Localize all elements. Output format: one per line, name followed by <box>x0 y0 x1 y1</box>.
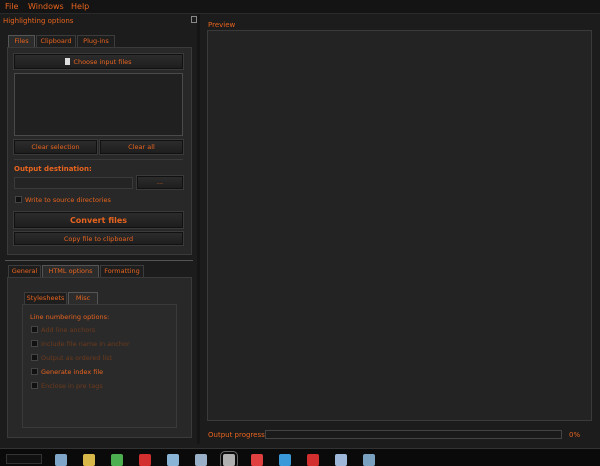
clear-all-button[interactable]: Clear all <box>99 139 184 155</box>
input-files-list[interactable] <box>14 73 183 136</box>
output-progress-label: Output progress: <box>208 431 268 439</box>
notes-icon[interactable] <box>167 454 179 466</box>
media-player-icon[interactable] <box>83 454 95 466</box>
generate-index-checkbox[interactable] <box>31 368 38 375</box>
copy-to-clipboard-button[interactable]: Copy file to clipboard <box>13 231 184 246</box>
taskbar <box>0 448 600 466</box>
tab-plugins[interactable]: Plug-ins <box>77 35 115 47</box>
document-icon[interactable] <box>335 454 347 466</box>
include-file-name-label: Include file name in anchor <box>41 340 130 348</box>
tab-stylesheets[interactable]: Stylesheets <box>24 292 67 304</box>
misc-panel <box>22 304 177 428</box>
preview-area[interactable] <box>207 30 592 421</box>
enclose-pre-label: Enclose in pre tags <box>41 382 103 390</box>
mail-icon[interactable] <box>251 454 263 466</box>
tab-html-options[interactable]: HTML options <box>42 265 99 277</box>
output-progress-percent: 0% <box>569 431 581 439</box>
ordered-list-label: Output as ordered list <box>41 354 113 362</box>
dock-divider <box>5 260 193 261</box>
opera-icon-2[interactable] <box>307 454 319 466</box>
file-manager-icon[interactable] <box>55 454 67 466</box>
include-file-name-checkbox[interactable] <box>31 340 38 347</box>
tab-clipboard[interactable]: Clipboard <box>36 35 76 47</box>
write-to-source-checkbox[interactable] <box>15 196 22 203</box>
start-button[interactable] <box>6 454 42 464</box>
tab-formatting[interactable]: Formatting <box>100 265 144 277</box>
write-to-source-label: Write to source directories <box>25 196 111 204</box>
menu-help[interactable]: Help <box>71 2 89 11</box>
preview-label: Preview <box>208 21 236 29</box>
add-line-anchors-label: Add line anchors <box>41 326 96 334</box>
convert-files-button[interactable]: Convert files <box>13 211 184 229</box>
text-editor-icon[interactable] <box>195 454 207 466</box>
bird-icon[interactable] <box>279 454 291 466</box>
tab-misc[interactable]: Misc <box>68 292 98 304</box>
choose-input-files-button[interactable]: Choose input files <box>13 53 184 70</box>
browse-button[interactable]: ... <box>136 175 184 190</box>
enclose-pre-checkbox[interactable] <box>31 382 38 389</box>
output-progress-bar <box>265 430 562 439</box>
dock-title: Highlighting options <box>3 17 74 25</box>
chrome-icon[interactable] <box>111 454 123 466</box>
menu-bar: File Windows Help <box>0 0 600 14</box>
document-icon <box>65 58 71 65</box>
highlighter-app-icon[interactable] <box>220 451 238 466</box>
add-line-anchors-checkbox[interactable] <box>31 326 38 333</box>
image-viewer-icon[interactable] <box>363 454 375 466</box>
menu-file[interactable]: File <box>5 2 18 11</box>
generate-index-label: Generate index file <box>41 368 104 376</box>
separator <box>14 159 183 160</box>
choose-input-files-label: Choose input files <box>73 58 132 66</box>
line-numbering-label: Line numbering options: <box>30 313 110 321</box>
output-destination-label: Output destination: <box>14 165 92 173</box>
dock-splitter[interactable] <box>197 14 200 444</box>
ordered-list-checkbox[interactable] <box>31 354 38 361</box>
tab-files[interactable]: Files <box>8 35 35 47</box>
clear-selection-button[interactable]: Clear selection <box>13 139 98 155</box>
opera-icon[interactable] <box>139 454 151 466</box>
menu-windows[interactable]: Windows <box>28 2 64 11</box>
output-destination-field[interactable] <box>14 177 133 189</box>
tab-general[interactable]: General <box>8 265 41 277</box>
